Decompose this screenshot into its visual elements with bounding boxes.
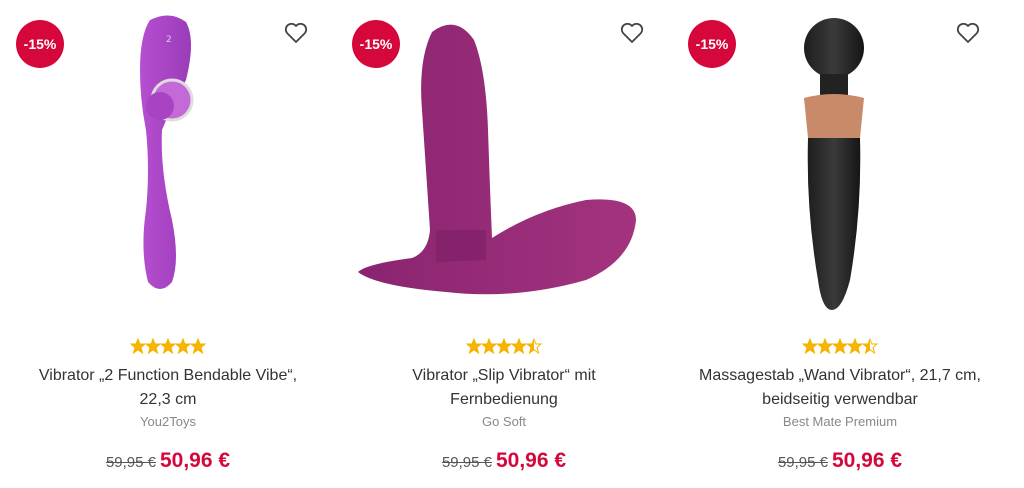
old-price: 59,95 € — [441, 454, 492, 471]
product-title-line: Fernbedienung — [450, 391, 558, 408]
product-grid: 2 -15% Vibrator „2 Function Bendable Vib… — [0, 0, 1024, 488]
sale-price: 50,96 € — [159, 449, 231, 472]
price-block: 59,95 € 50,96 € — [0, 449, 336, 473]
rating-stars-svg — [466, 338, 542, 354]
rating-stars — [672, 338, 1008, 354]
rating-stars — [0, 338, 336, 354]
product-title-line: beidseitig verwendbar — [762, 391, 918, 408]
star-icon — [846, 338, 864, 354]
product-brand: You2Toys — [140, 414, 196, 429]
price-block: 59,95 € 50,96 € — [672, 449, 1008, 473]
old-price: 59,95 € — [777, 454, 828, 471]
heart-icon[interactable] — [620, 22, 646, 46]
product-brand: Best Mate Premium — [782, 414, 898, 429]
discount-badge: -15% — [16, 20, 64, 68]
heart-icon[interactable] — [284, 22, 310, 46]
product-title-line: Vibrator „2 Function Bendable Vibe“, — [38, 367, 298, 384]
star-icon — [174, 338, 192, 354]
star-icon — [831, 338, 849, 354]
price-block: 59,95 € 50,96 € — [336, 449, 672, 473]
product-title-line: Massagestab „Wand Vibrator“, 21,7 cm, — [699, 367, 981, 384]
star-icon — [159, 338, 177, 354]
product-title[interactable]: Massagestab „Wand Vibrator“, 21,7 cm, be… — [690, 364, 990, 412]
star-icon — [495, 338, 513, 354]
star-icon — [189, 338, 206, 354]
discount-badge: -15% — [352, 20, 400, 68]
product-card[interactable]: -15% Massagestab „Wand Vibrator“, 21,7 c… — [672, 0, 1008, 488]
product-card[interactable]: -15% Vibrator „Slip Vibrator“ mit Fernbe… — [336, 0, 672, 488]
product-brand: Go Soft — [481, 414, 527, 429]
svg-text:2: 2 — [166, 35, 172, 45]
old-price: 59,95 € — [105, 454, 156, 471]
rating-stars-svg — [802, 338, 878, 354]
star-icon — [525, 338, 542, 354]
heart-icon[interactable] — [956, 22, 982, 46]
sale-price: 50,96 € — [831, 449, 903, 472]
star-icon — [510, 338, 528, 354]
product-card[interactable]: 2 -15% Vibrator „2 Function Bendable Vib… — [0, 0, 336, 488]
product-title-line: 22,3 cm — [139, 391, 197, 408]
sale-price: 50,96 € — [495, 449, 567, 472]
star-icon — [480, 338, 498, 354]
product-title[interactable]: Vibrator „2 Function Bendable Vibe“, 22,… — [18, 364, 318, 412]
rating-stars — [336, 338, 672, 354]
star-icon — [466, 338, 483, 354]
star-icon — [861, 338, 878, 354]
discount-badge: -15% — [688, 20, 736, 68]
star-icon — [802, 338, 819, 354]
product-title-line: Vibrator „Slip Vibrator“ mit — [412, 367, 596, 384]
star-icon — [816, 338, 834, 354]
star-icon — [130, 338, 147, 354]
rating-stars-svg — [130, 338, 206, 354]
star-icon — [144, 338, 162, 354]
product-title[interactable]: Vibrator „Slip Vibrator“ mit Fernbedienu… — [354, 364, 654, 412]
